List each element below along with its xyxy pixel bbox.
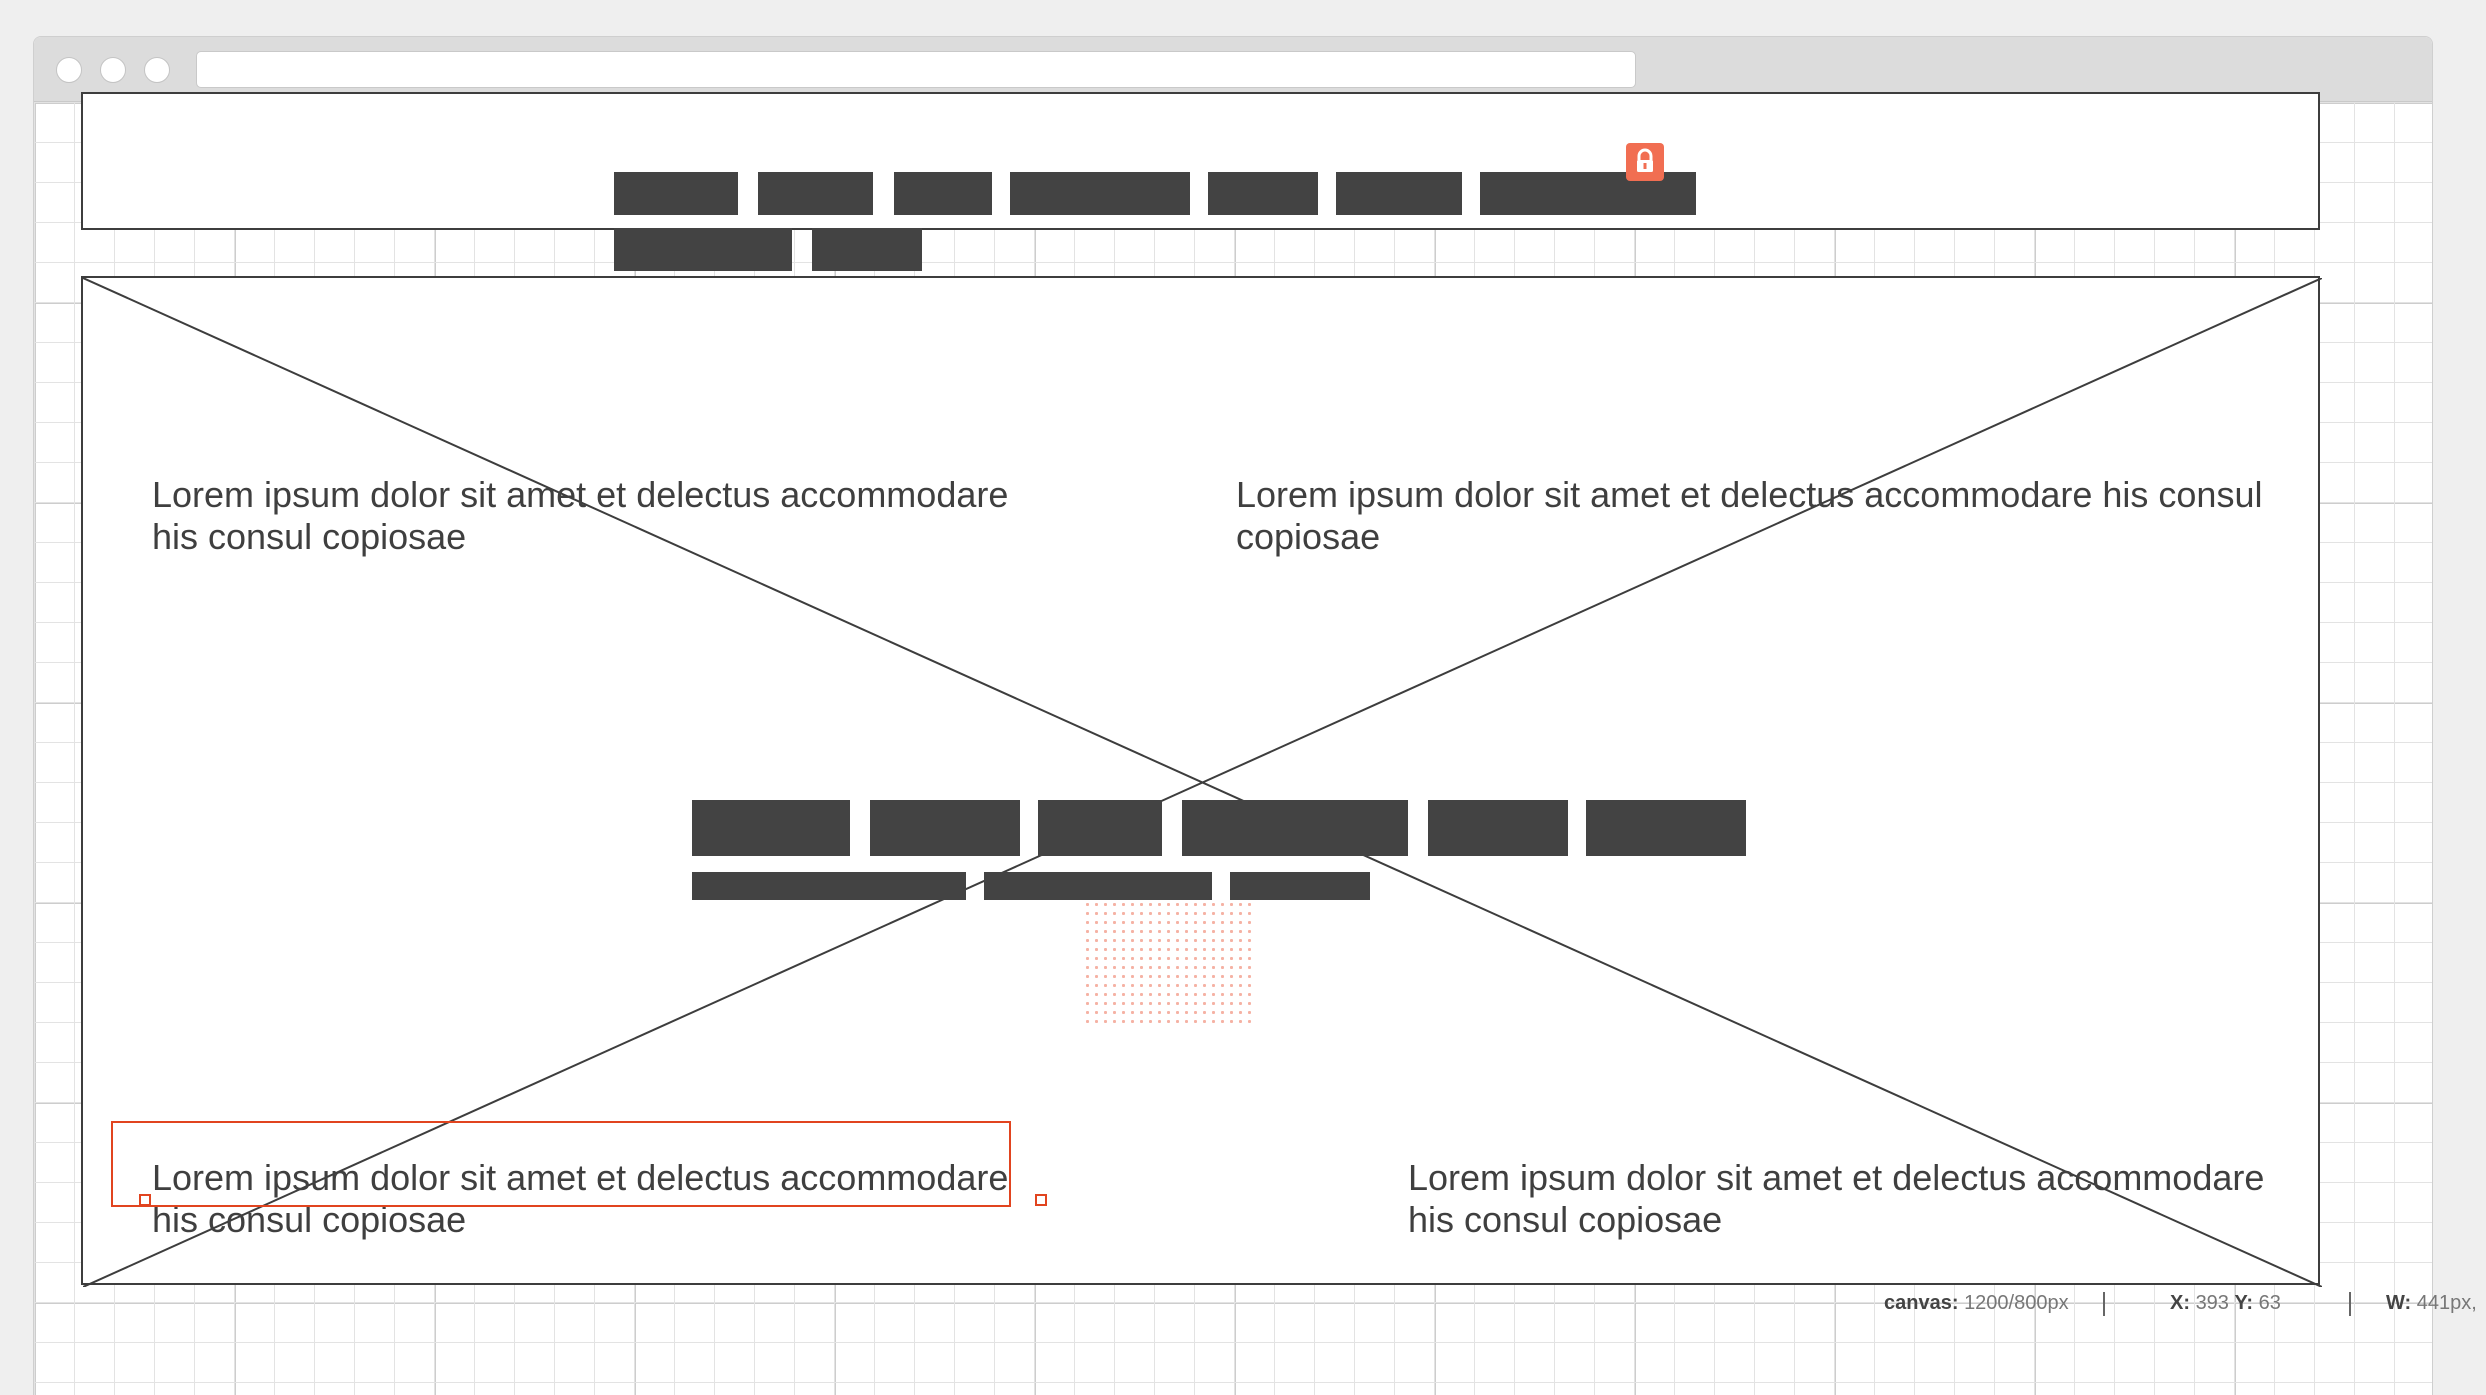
- text-block-top-right[interactable]: Lorem ipsum dolor sit amet et delectus a…: [1236, 474, 2296, 558]
- status-size: W: 441px,: [2386, 1292, 2477, 1314]
- center-nav-block: [1038, 800, 1162, 856]
- header-component[interactable]: [81, 92, 2320, 230]
- center-nav-block: [1586, 800, 1746, 856]
- center-subnav-block: [1230, 872, 1370, 900]
- lock-icon[interactable]: [1626, 143, 1664, 181]
- resize-handle-right[interactable]: [1035, 1194, 1047, 1206]
- nav-block: [1336, 172, 1462, 215]
- window-close-button[interactable]: [56, 57, 82, 83]
- status-separator: [2349, 1292, 2351, 1316]
- text-block-bottom-right[interactable]: Lorem ipsum dolor sit amet et delectus a…: [1408, 1157, 2288, 1241]
- address-bar[interactable]: [196, 51, 1636, 88]
- center-nav-block: [1182, 800, 1408, 856]
- window-maximize-button[interactable]: [144, 57, 170, 83]
- center-subnav-block: [984, 872, 1212, 900]
- nav-block: [894, 172, 992, 215]
- nav-block: [758, 172, 873, 215]
- nav-block: [614, 228, 792, 271]
- status-separator: [2103, 1292, 2105, 1316]
- nav-block: [1010, 172, 1190, 215]
- status-position: X: 393 Y: 63: [2170, 1292, 2281, 1314]
- nav-block: [614, 172, 738, 215]
- center-nav-block: [692, 800, 850, 856]
- status-canvas: canvas: 1200/800px: [1884, 1292, 2069, 1314]
- center-nav-block: [1428, 800, 1568, 856]
- window-minimize-button[interactable]: [100, 57, 126, 83]
- hatched-drop-zone: [1083, 900, 1253, 1025]
- center-nav-block: [870, 800, 1020, 856]
- text-block-top-left[interactable]: Lorem ipsum dolor sit amet et delectus a…: [152, 474, 1032, 558]
- nav-block: [1208, 172, 1318, 215]
- resize-handle-left[interactable]: [139, 1194, 151, 1206]
- nav-block: [812, 228, 922, 271]
- selection-outline[interactable]: [111, 1121, 1011, 1207]
- center-subnav-block: [692, 872, 966, 900]
